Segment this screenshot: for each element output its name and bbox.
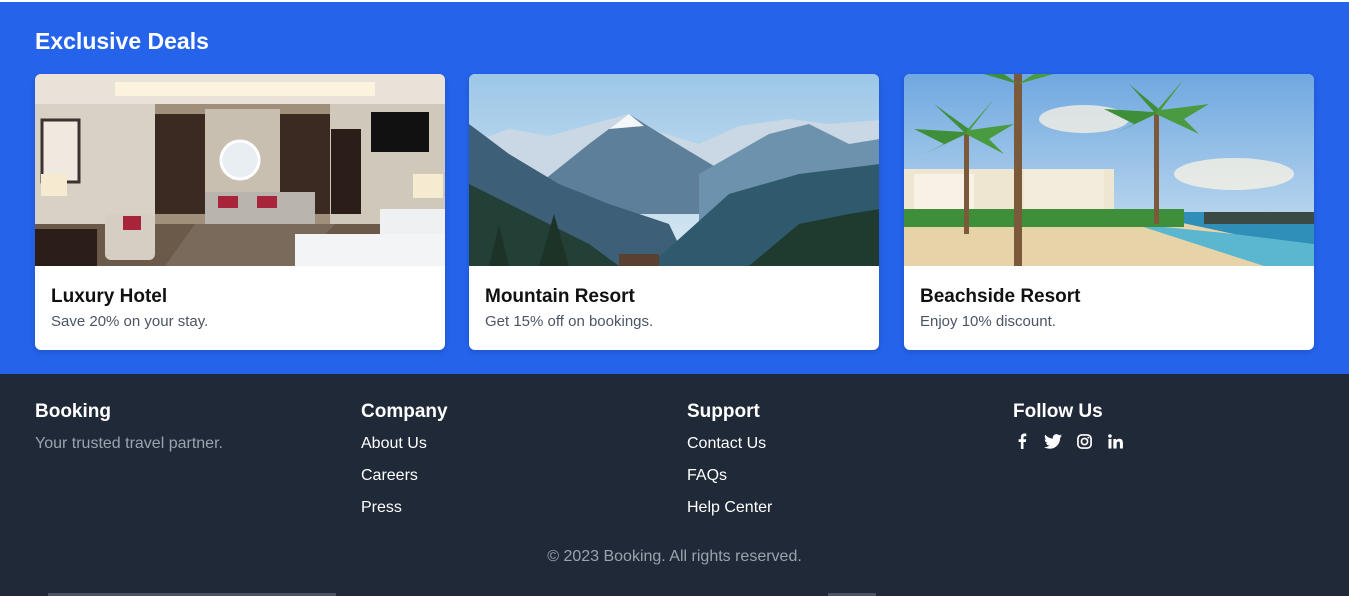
footer-tagline: Your trusted travel partner. bbox=[35, 435, 223, 452]
footer-link-careers[interactable]: Careers bbox=[361, 467, 448, 499]
footer-link-contact-us[interactable]: Contact Us bbox=[687, 435, 772, 467]
exclusive-deals-section: Exclusive Deals Luxury Hotel Save 20% on… bbox=[0, 2, 1349, 374]
footer-col-booking: Booking Your trusted travel partner. bbox=[35, 402, 223, 453]
footer-col-follow-us: Follow Us bbox=[1013, 402, 1124, 450]
footer-col-support: Support Contact Us FAQs Help Center bbox=[687, 402, 772, 531]
footer-follow-heading: Follow Us bbox=[1013, 401, 1103, 422]
footer-link-press[interactable]: Press bbox=[361, 499, 448, 531]
card-title: Luxury Hotel bbox=[51, 286, 168, 307]
footer-support-heading: Support bbox=[687, 401, 760, 422]
linkedin-icon[interactable] bbox=[1106, 432, 1124, 450]
footer-col-company: Company About Us Careers Press bbox=[361, 402, 448, 531]
footer-link-faqs[interactable]: FAQs bbox=[687, 467, 772, 499]
deal-card-luxury-hotel[interactable]: Luxury Hotel Save 20% on your stay. bbox=[35, 74, 445, 350]
deal-card-beachside-resort[interactable]: Beachside Resort Enjoy 10% discount. bbox=[904, 74, 1314, 350]
card-title: Beachside Resort bbox=[920, 286, 1081, 307]
copyright-text: © 2023 Booking. All rights reserved. bbox=[547, 548, 802, 565]
deals-heading: Exclusive Deals bbox=[35, 28, 209, 54]
social-links bbox=[1013, 432, 1124, 450]
footer-company-heading: Company bbox=[361, 401, 448, 422]
beach-palm-trees-image bbox=[904, 74, 1314, 266]
footer-booking-heading: Booking bbox=[35, 401, 111, 422]
deal-card-mountain-resort[interactable]: Mountain Resort Get 15% off on bookings. bbox=[469, 74, 879, 350]
instagram-icon[interactable] bbox=[1075, 432, 1093, 450]
mountain-landscape-image bbox=[469, 74, 879, 266]
card-title: Mountain Resort bbox=[485, 286, 635, 307]
hotel-room-image bbox=[35, 74, 445, 266]
card-description: Save 20% on your stay. bbox=[51, 313, 209, 330]
card-description: Enjoy 10% discount. bbox=[920, 313, 1056, 330]
footer-link-help-center[interactable]: Help Center bbox=[687, 499, 772, 531]
facebook-icon[interactable] bbox=[1013, 432, 1031, 450]
card-description: Get 15% off on bookings. bbox=[485, 313, 654, 330]
twitter-icon[interactable] bbox=[1044, 432, 1062, 450]
site-footer: Booking Your trusted travel partner. Com… bbox=[0, 374, 1349, 596]
footer-link-about-us[interactable]: About Us bbox=[361, 435, 448, 467]
